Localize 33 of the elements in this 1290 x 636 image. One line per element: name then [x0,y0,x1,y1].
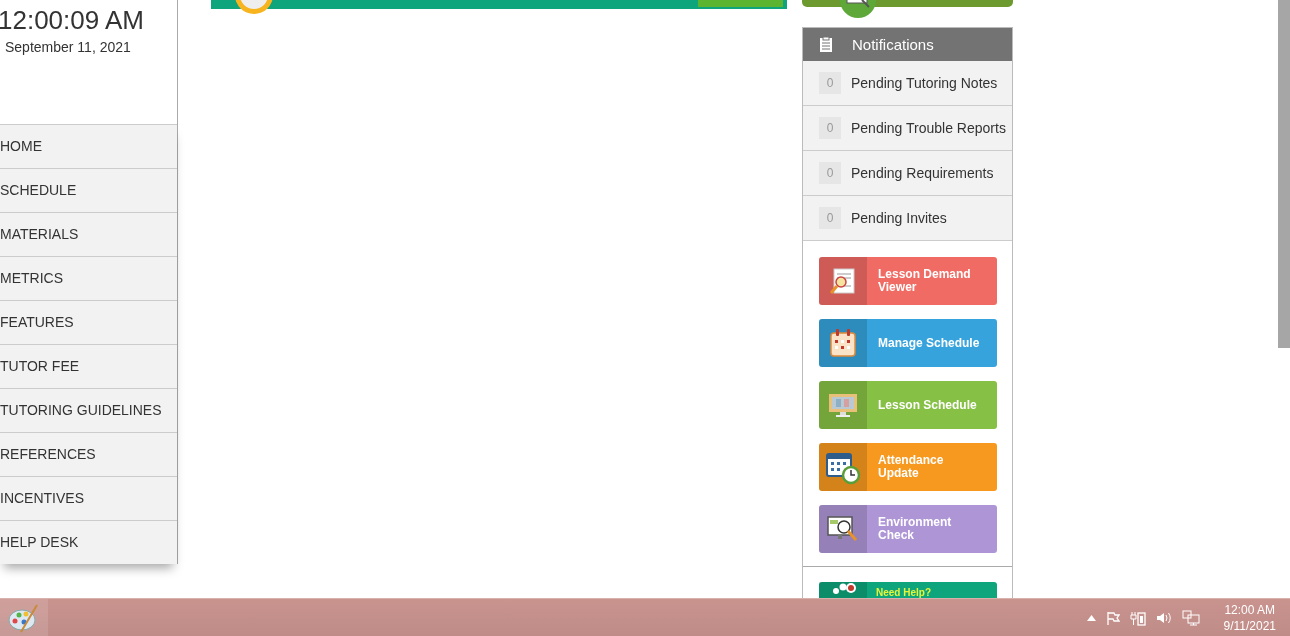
menu-item[interactable]: FEATURES [0,300,177,344]
count-badge: 0 [819,162,841,184]
notification-item[interactable]: 0 Pending Invites [803,195,1012,240]
count-badge: 0 [819,207,841,229]
network-icon[interactable] [1181,610,1200,626]
scrollbar-thumb[interactable] [1278,0,1290,348]
clock-date: September 11, 2021 [5,39,131,55]
menu-item[interactable]: REFERENCES [0,432,177,476]
notification-item[interactable]: 0 Pending Tutoring Notes [803,61,1012,105]
monitor-question-icon [826,514,860,544]
speaker-icon[interactable] [1155,611,1172,625]
menu-item[interactable]: INCENTIVES [0,476,177,520]
count-badge: 0 [819,117,841,139]
calendar-icon [829,328,857,358]
magnifier-document-icon [828,266,858,296]
panel-title: Notifications [852,36,934,53]
flag-icon[interactable] [1105,611,1120,625]
paint-palette-icon[interactable] [0,599,48,636]
menu-item[interactable]: HOME [0,124,177,168]
menu-item[interactable]: TUTOR FEE [0,344,177,388]
menu-item[interactable]: METRICS [0,256,177,300]
clipboard-icon [820,37,832,52]
chevron-up-icon[interactable] [1086,615,1096,621]
menu-item[interactable]: MATERIALS [0,212,177,256]
monitor-icon [827,391,859,419]
clock-time: 12:00:09 AM [0,5,144,36]
notification-item[interactable]: 0 Pending Requirements [803,150,1012,195]
notification-item[interactable]: 0 Pending Trouble Reports [803,105,1012,150]
menu-item[interactable]: SCHEDULE [0,168,177,212]
menu-item[interactable]: HELP DESK [0,520,177,564]
menu-item[interactable]: TUTORING GUIDELINES [0,388,177,432]
battery-plug-icon[interactable] [1129,610,1146,626]
count-badge: 0 [819,72,841,94]
